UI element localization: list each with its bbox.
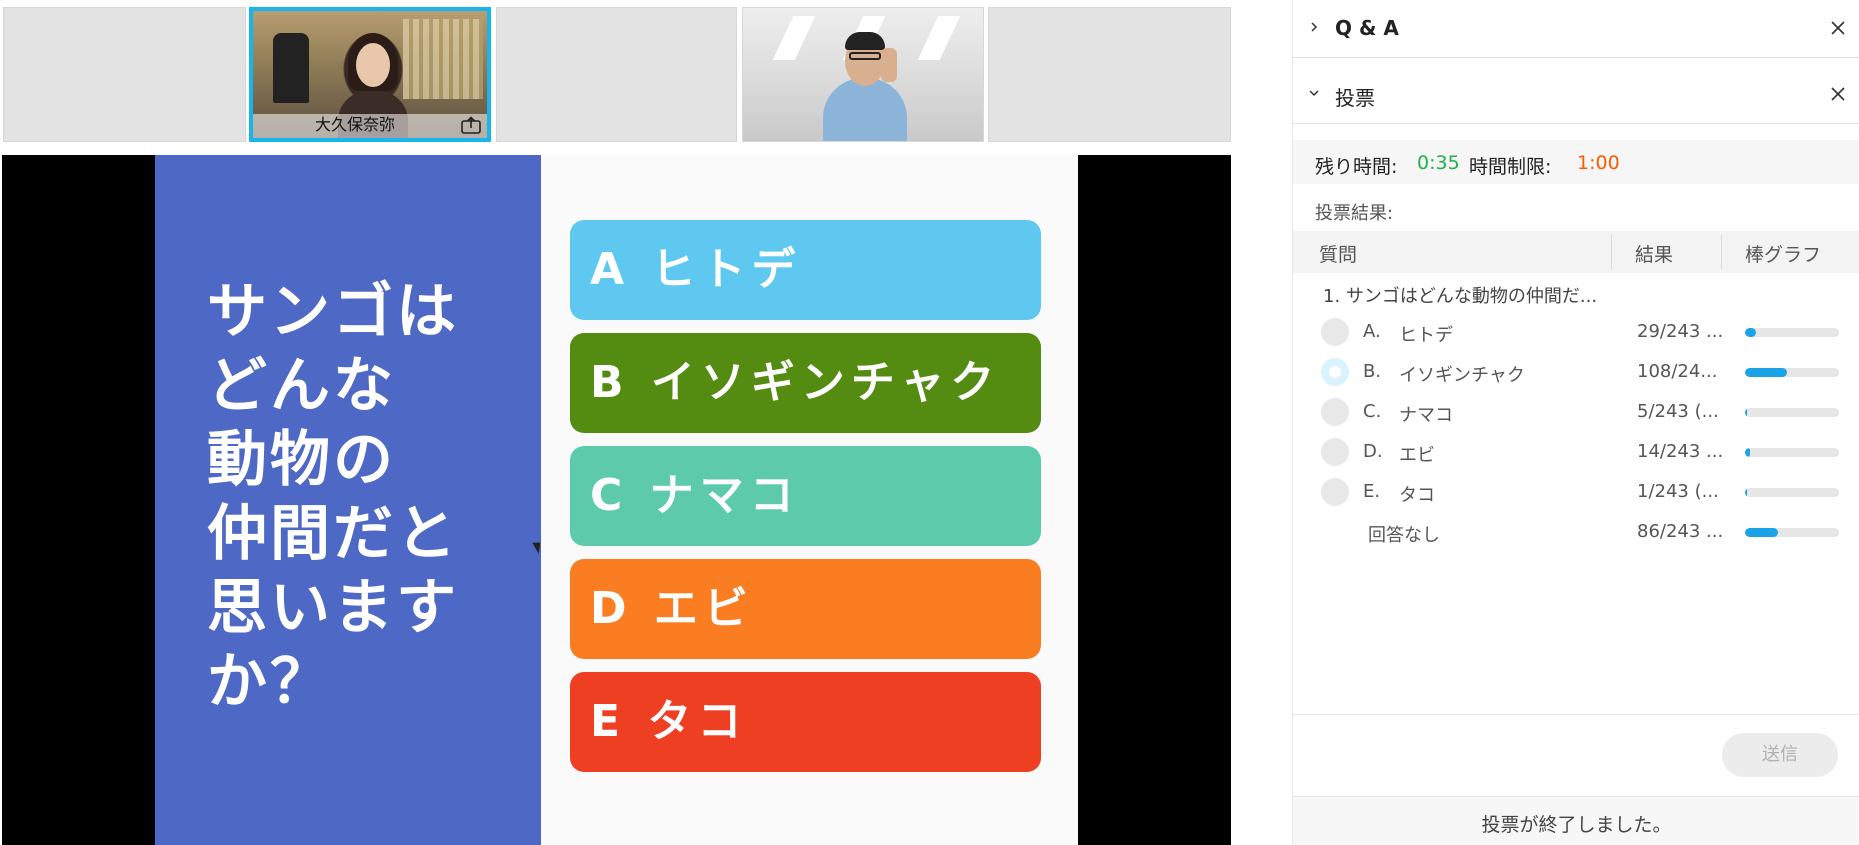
answer-radio[interactable] (1321, 398, 1349, 426)
results-table-header: 質問 結果 棒グラフ (1293, 231, 1859, 273)
answer-row-d[interactable]: D. エビ 14/243 ... (1293, 434, 1859, 472)
no-answer-text: 回答なし (1368, 525, 1440, 546)
video-tile-empty[interactable] (496, 7, 737, 142)
answer-result: 14/243 ... (1637, 441, 1724, 462)
answer-row-a[interactable]: A. ヒトデ 29/243 ... (1293, 314, 1859, 352)
video-tile-empty[interactable] (3, 7, 246, 142)
time-limit-label: 時間制限: (1469, 156, 1552, 178)
close-icon[interactable] (1830, 20, 1846, 36)
slide-option-b: B イソギンチャク (570, 333, 1041, 433)
side-panel: Q & A 投票 残り時間: 0:35 時間制限: 1:00 投票結果: 質問 … (1292, 0, 1859, 845)
answer-result: 1/243 (... (1637, 481, 1719, 502)
result-bar-fill (1745, 448, 1751, 457)
result-bar (1745, 408, 1839, 417)
answer-text: ヒトデ (1399, 325, 1453, 346)
result-bar-fill (1745, 528, 1779, 537)
remaining-time-value: 0:35 (1417, 152, 1460, 174)
answer-text: エビ (1399, 445, 1435, 466)
qa-section-header[interactable]: Q & A (1293, 0, 1859, 58)
answer-text: ナマコ (1399, 405, 1453, 426)
result-bar (1745, 528, 1839, 537)
answer-row-e[interactable]: E. タコ 1/243 (... (1293, 474, 1859, 512)
answer-result: 108/24... (1637, 361, 1718, 382)
answer-letter: A. (1363, 321, 1381, 342)
poll-section-header[interactable]: 投票 (1293, 66, 1859, 124)
answer-text: イソギンチャク (1399, 365, 1525, 386)
result-bar-fill (1745, 368, 1787, 377)
shared-screen[interactable]: サンゴは どんな 動物の 仲間だと 思います か？ A ヒトデ B イソギンチャ… (2, 155, 1231, 845)
qa-title: Q & A (1335, 16, 1399, 40)
answer-row-b[interactable]: B. イソギンチャク 108/24... (1293, 354, 1859, 392)
answer-text: タコ (1399, 485, 1435, 506)
result-bar-fill (1745, 328, 1757, 337)
video-strip: 大久保奈弥 (0, 0, 1232, 150)
poll-status-text: 投票が終了しました。 (1481, 814, 1672, 836)
poll-status-bar: 投票が終了しました。 (1293, 796, 1859, 845)
answer-result: 5/243 (... (1637, 401, 1719, 422)
participant-video (743, 8, 983, 141)
chevron-down-icon[interactable] (1309, 88, 1319, 98)
participant-name: 大久保奈弥 (314, 115, 395, 134)
slide-option-c: C ナマコ (570, 446, 1041, 546)
result-bar (1745, 448, 1839, 457)
result-bar (1745, 368, 1839, 377)
time-limit-value: 1:00 (1577, 152, 1620, 174)
no-answer-result: 86/243 ... (1637, 521, 1724, 542)
poll-question: 1. サンゴはどんな動物の仲間だ... (1323, 286, 1598, 307)
close-icon[interactable] (1830, 86, 1846, 102)
remaining-time-label: 残り時間: (1315, 156, 1398, 178)
presentation-slide: サンゴは どんな 動物の 仲間だと 思います か？ A ヒトデ B イソギンチャ… (155, 155, 1078, 845)
slide-question-text: サンゴは どんな 動物の 仲間だと 思います か？ (207, 277, 459, 717)
chevron-right-icon[interactable] (1309, 22, 1319, 32)
result-bar (1745, 328, 1839, 337)
answer-radio-selected[interactable] (1321, 358, 1349, 386)
result-bar-fill (1745, 488, 1747, 497)
answer-row-no-answer: 回答なし 86/243 ... (1293, 514, 1859, 552)
column-question: 質問 (1319, 244, 1358, 266)
slide-question-panel: サンゴは どんな 動物の 仲間だと 思います か？ (155, 155, 541, 845)
answer-result: 29/243 ... (1637, 321, 1724, 342)
result-bar-fill (1745, 408, 1747, 417)
answer-letter: E. (1363, 481, 1381, 502)
submit-button[interactable]: 送信 (1722, 733, 1838, 777)
slide-option-a: A ヒトデ (570, 220, 1041, 320)
poll-title: 投票 (1335, 86, 1375, 110)
slide-option-e: E タコ (570, 672, 1041, 772)
answer-letter: B. (1363, 361, 1382, 382)
result-bar (1745, 488, 1839, 497)
answer-row-c[interactable]: C. ナマコ 5/243 (... (1293, 394, 1859, 432)
video-tile-participant[interactable] (742, 7, 984, 142)
video-tile-active-speaker[interactable]: 大久保奈弥 (249, 7, 491, 142)
answer-radio[interactable] (1321, 438, 1349, 466)
answer-radio[interactable] (1321, 478, 1349, 506)
column-bar-graph: 棒グラフ (1745, 244, 1822, 266)
answer-radio[interactable] (1321, 318, 1349, 346)
screen-share-icon (461, 116, 481, 134)
video-tile-empty[interactable] (988, 7, 1231, 142)
answer-letter: C. (1363, 401, 1382, 422)
answer-letter: D. (1363, 441, 1383, 462)
column-result: 結果 (1635, 244, 1674, 266)
poll-results-label: 投票結果: (1315, 203, 1394, 224)
slide-option-d: D エビ (570, 559, 1041, 659)
divider (1293, 714, 1859, 715)
poll-timer-row: 残り時間: 0:35 時間制限: 1:00 (1293, 140, 1859, 184)
